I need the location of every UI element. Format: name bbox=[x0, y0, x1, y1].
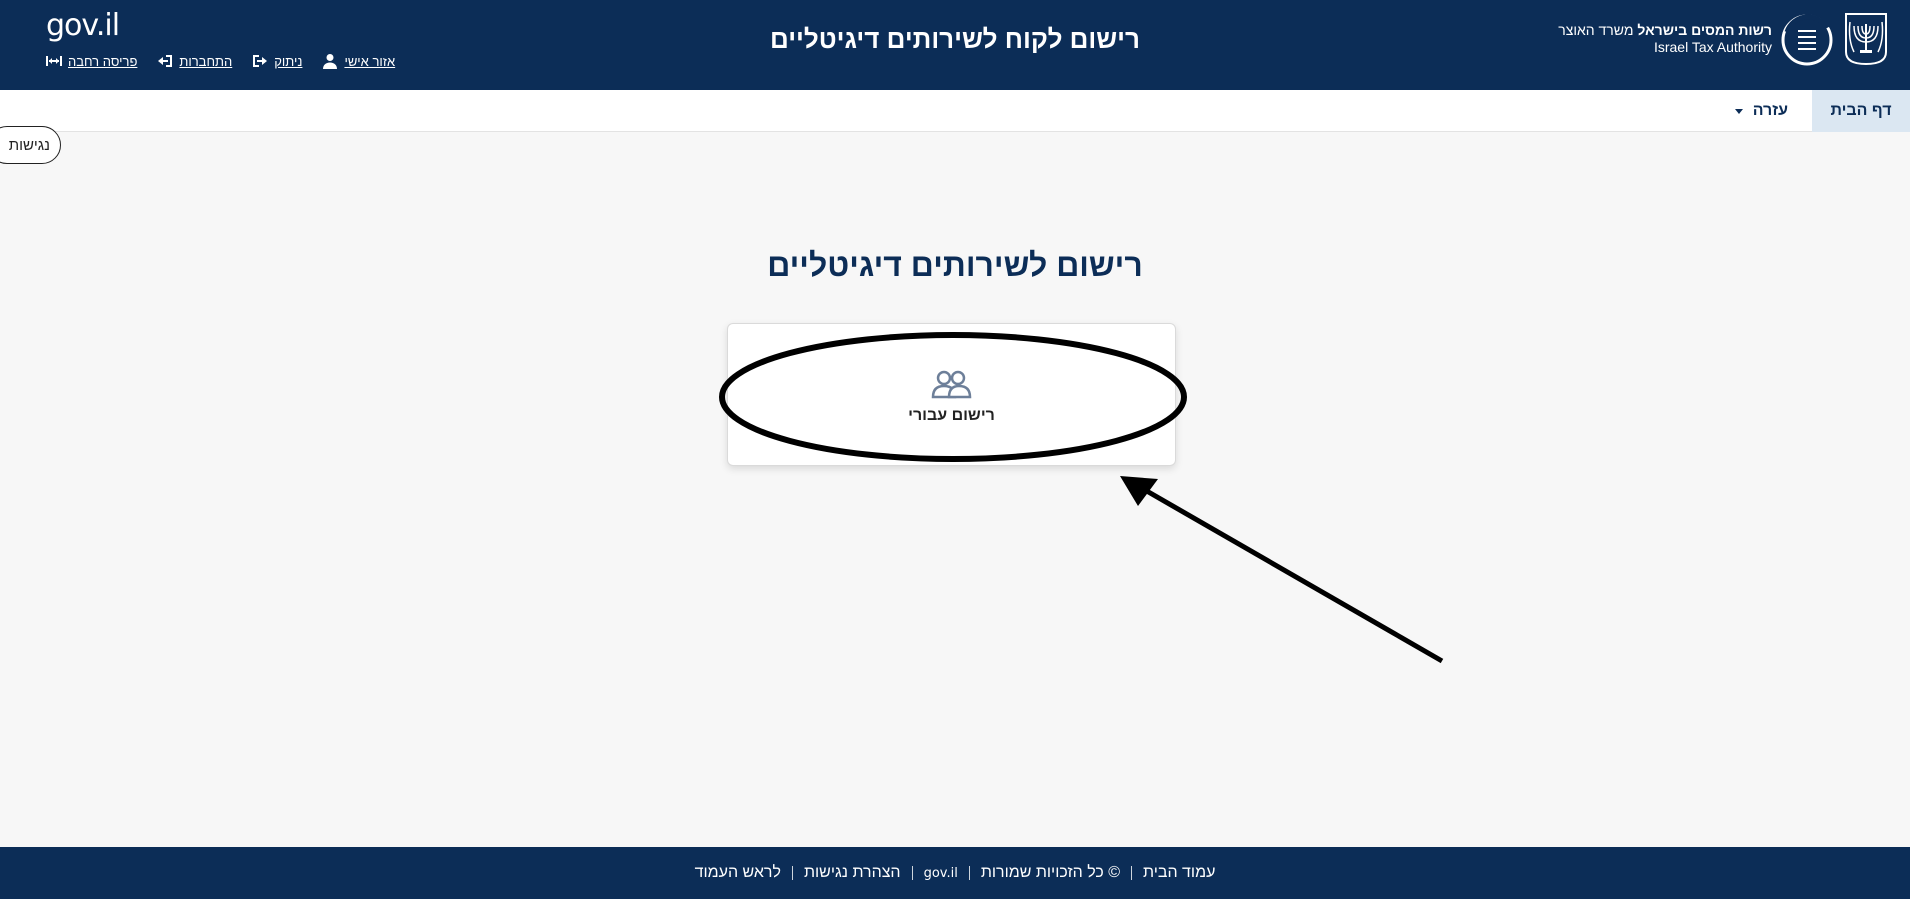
state-emblem-icon bbox=[1845, 13, 1887, 66]
users-icon bbox=[931, 370, 971, 398]
login-label: התחברות bbox=[179, 53, 233, 69]
footer-divider bbox=[791, 866, 793, 880]
footer: עמוד הבית © כל הזכויות שמורות gov.il הצה… bbox=[0, 847, 1910, 899]
header-links: פריסה רחבה התחברות ניתוק אזור אישי bbox=[46, 53, 395, 69]
logout-link[interactable]: ניתוק bbox=[252, 53, 302, 69]
wide-layout-label: פריסה רחבה bbox=[68, 53, 138, 69]
wide-layout-link[interactable]: פריסה רחבה bbox=[46, 53, 137, 69]
login-icon bbox=[158, 55, 173, 67]
page-title: רישום לשירותים דיגיטליים bbox=[767, 247, 1143, 283]
arrow-head bbox=[1120, 476, 1158, 506]
footer-copyright: © כל הזכויות שמורות bbox=[980, 864, 1120, 881]
personal-area-label: אזור אישי bbox=[344, 53, 396, 69]
authority-he-rest: משרד האוצר bbox=[1558, 22, 1634, 38]
user-icon bbox=[323, 54, 338, 69]
chevron-down-icon bbox=[1734, 108, 1743, 114]
footer-accessibility-link[interactable]: הצהרת נגישות bbox=[804, 864, 901, 882]
footer-govil-logo[interactable]: gov.il bbox=[924, 866, 958, 881]
nav-help-label: עזרה bbox=[1752, 102, 1788, 119]
login-link[interactable]: התחברות bbox=[157, 53, 232, 69]
tax-authority-logo-icon[interactable] bbox=[1779, 12, 1835, 68]
personal-area-link[interactable]: אזור אישי bbox=[322, 53, 395, 69]
accessibility-button[interactable]: נגישות bbox=[0, 126, 61, 164]
logout-label: ניתוק bbox=[274, 53, 303, 69]
top-header: gov.il פריסה רחבה התחברות ניתוק אזור איש… bbox=[0, 0, 1910, 90]
register-for-me-card[interactable]: רישום עבורי bbox=[727, 323, 1176, 466]
footer-divider bbox=[968, 866, 970, 880]
expand-width-icon bbox=[46, 56, 62, 66]
nav-help-dropdown[interactable]: עזרה bbox=[1734, 90, 1788, 132]
logout-icon bbox=[253, 55, 268, 67]
govil-logo[interactable]: gov.il bbox=[46, 8, 120, 43]
authority-name: רשות המסים בישראל משרד האוצר Israel Tax … bbox=[1558, 22, 1772, 56]
arrow-shaft bbox=[1143, 487, 1444, 664]
authority-he-bold: רשות המסים בישראל bbox=[1637, 22, 1772, 38]
main-nav: דף הבית עזרה bbox=[0, 90, 1910, 132]
footer-divider bbox=[911, 866, 913, 880]
footer-divider bbox=[1131, 866, 1132, 880]
card-label: רישום עבורי bbox=[908, 406, 995, 424]
footer-home-link[interactable]: עמוד הבית bbox=[1143, 864, 1215, 882]
site-title: רישום לקוח לשירותים דיגיטליים bbox=[769, 24, 1140, 54]
footer-top-link[interactable]: לראש העמוד bbox=[695, 864, 781, 882]
authority-en: Israel Tax Authority bbox=[1653, 39, 1772, 55]
nav-home-tab[interactable]: דף הבית bbox=[1812, 90, 1910, 132]
